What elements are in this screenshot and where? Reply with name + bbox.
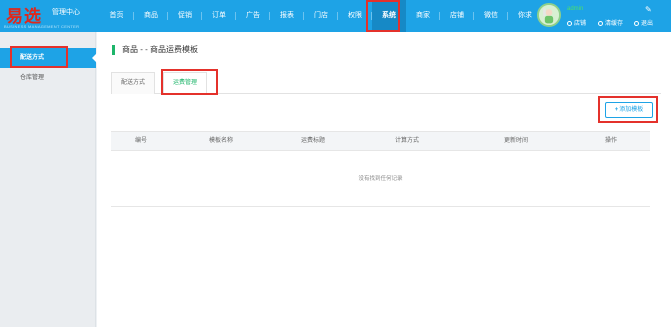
clear-cache-link[interactable]: 清缓存 xyxy=(598,18,623,27)
table-header: 编号 模板名称 运费标题 计算方式 更新时间 操作 xyxy=(111,131,650,151)
tab-freight-management[interactable]: 运费管理 xyxy=(163,72,208,95)
nav-item-ads[interactable]: 广告 xyxy=(236,0,270,32)
template-table: 编号 模板名称 运费标题 计算方式 更新时间 操作 没有找到任何记录 xyxy=(111,131,650,207)
shop-icon xyxy=(567,21,572,26)
plus-icon: + xyxy=(614,107,619,113)
main-content: 商品 - - 商品运费模板 配送方式 运费管理 +添加模板 编号 模板名称 运费… xyxy=(97,32,671,327)
nav-item-goods[interactable]: 商品 xyxy=(134,0,168,32)
top-navigation-bar: 易选 管理中心 BUSINESS MANAGEMENT CENTER 首页 商品… xyxy=(0,0,671,32)
nav-item-system[interactable]: 系统 xyxy=(372,0,406,32)
column-header-freight-title: 运费标题 xyxy=(300,138,325,144)
user-name: admin xyxy=(567,6,584,12)
nav-item-home[interactable]: 首页 xyxy=(99,0,134,32)
nav-item-permissions[interactable]: 权限 xyxy=(338,0,372,32)
column-header-template-name: 模板名称 xyxy=(208,138,233,144)
power-icon xyxy=(634,21,639,26)
nav-item-stores[interactable]: 门店 xyxy=(304,0,338,32)
nav-item-orders[interactable]: 订单 xyxy=(202,0,236,32)
logo-subtitle: BUSINESS MANAGEMENT CENTER xyxy=(4,24,80,29)
empty-state-message: 没有找到任何记录 xyxy=(111,151,650,207)
column-header-id: 编号 xyxy=(134,138,147,144)
tab-delivery-method[interactable]: 配送方式 xyxy=(111,72,156,94)
avatar[interactable] xyxy=(537,3,561,27)
logout-link[interactable]: 退出 xyxy=(634,18,653,27)
avatar-image-icon xyxy=(539,5,559,25)
page-title: 商品 - - 商品运费模板 xyxy=(112,45,198,55)
column-header-actions: 操作 xyxy=(604,138,617,144)
nav-item-merchants[interactable]: 商家 xyxy=(406,0,440,32)
shop-link[interactable]: 店铺 xyxy=(567,18,586,27)
add-template-button[interactable]: +添加模板 xyxy=(605,102,653,118)
tab-bar: 配送方式 运费管理 xyxy=(111,72,661,95)
column-header-calc-method: 计算方式 xyxy=(394,138,419,144)
sidebar-item-warehouse[interactable]: 仓库管理 xyxy=(0,68,96,88)
nav-item-shops[interactable]: 店铺 xyxy=(440,0,474,32)
nav-item-reports[interactable]: 报表 xyxy=(270,0,304,32)
sidebar: 配送方式 仓库管理 xyxy=(0,32,97,327)
logo[interactable]: 易选 管理中心 BUSINESS MANAGEMENT CENTER xyxy=(0,0,99,32)
nav-item-promotion[interactable]: 促销 xyxy=(168,0,202,32)
nav-item-wechat[interactable]: 微信 xyxy=(474,0,508,32)
management-center-label: 管理中心 xyxy=(52,9,80,16)
main-nav: 首页 商品 促销 订单 广告 报表 门店 权限 系统 商家 店铺 微信 你求 xyxy=(99,0,542,32)
edit-icon[interactable]: ✎ xyxy=(645,6,653,14)
gear-icon xyxy=(598,21,603,26)
sidebar-item-delivery[interactable]: 配送方式 xyxy=(0,48,97,68)
column-header-update-time: 更新时间 xyxy=(503,138,528,144)
